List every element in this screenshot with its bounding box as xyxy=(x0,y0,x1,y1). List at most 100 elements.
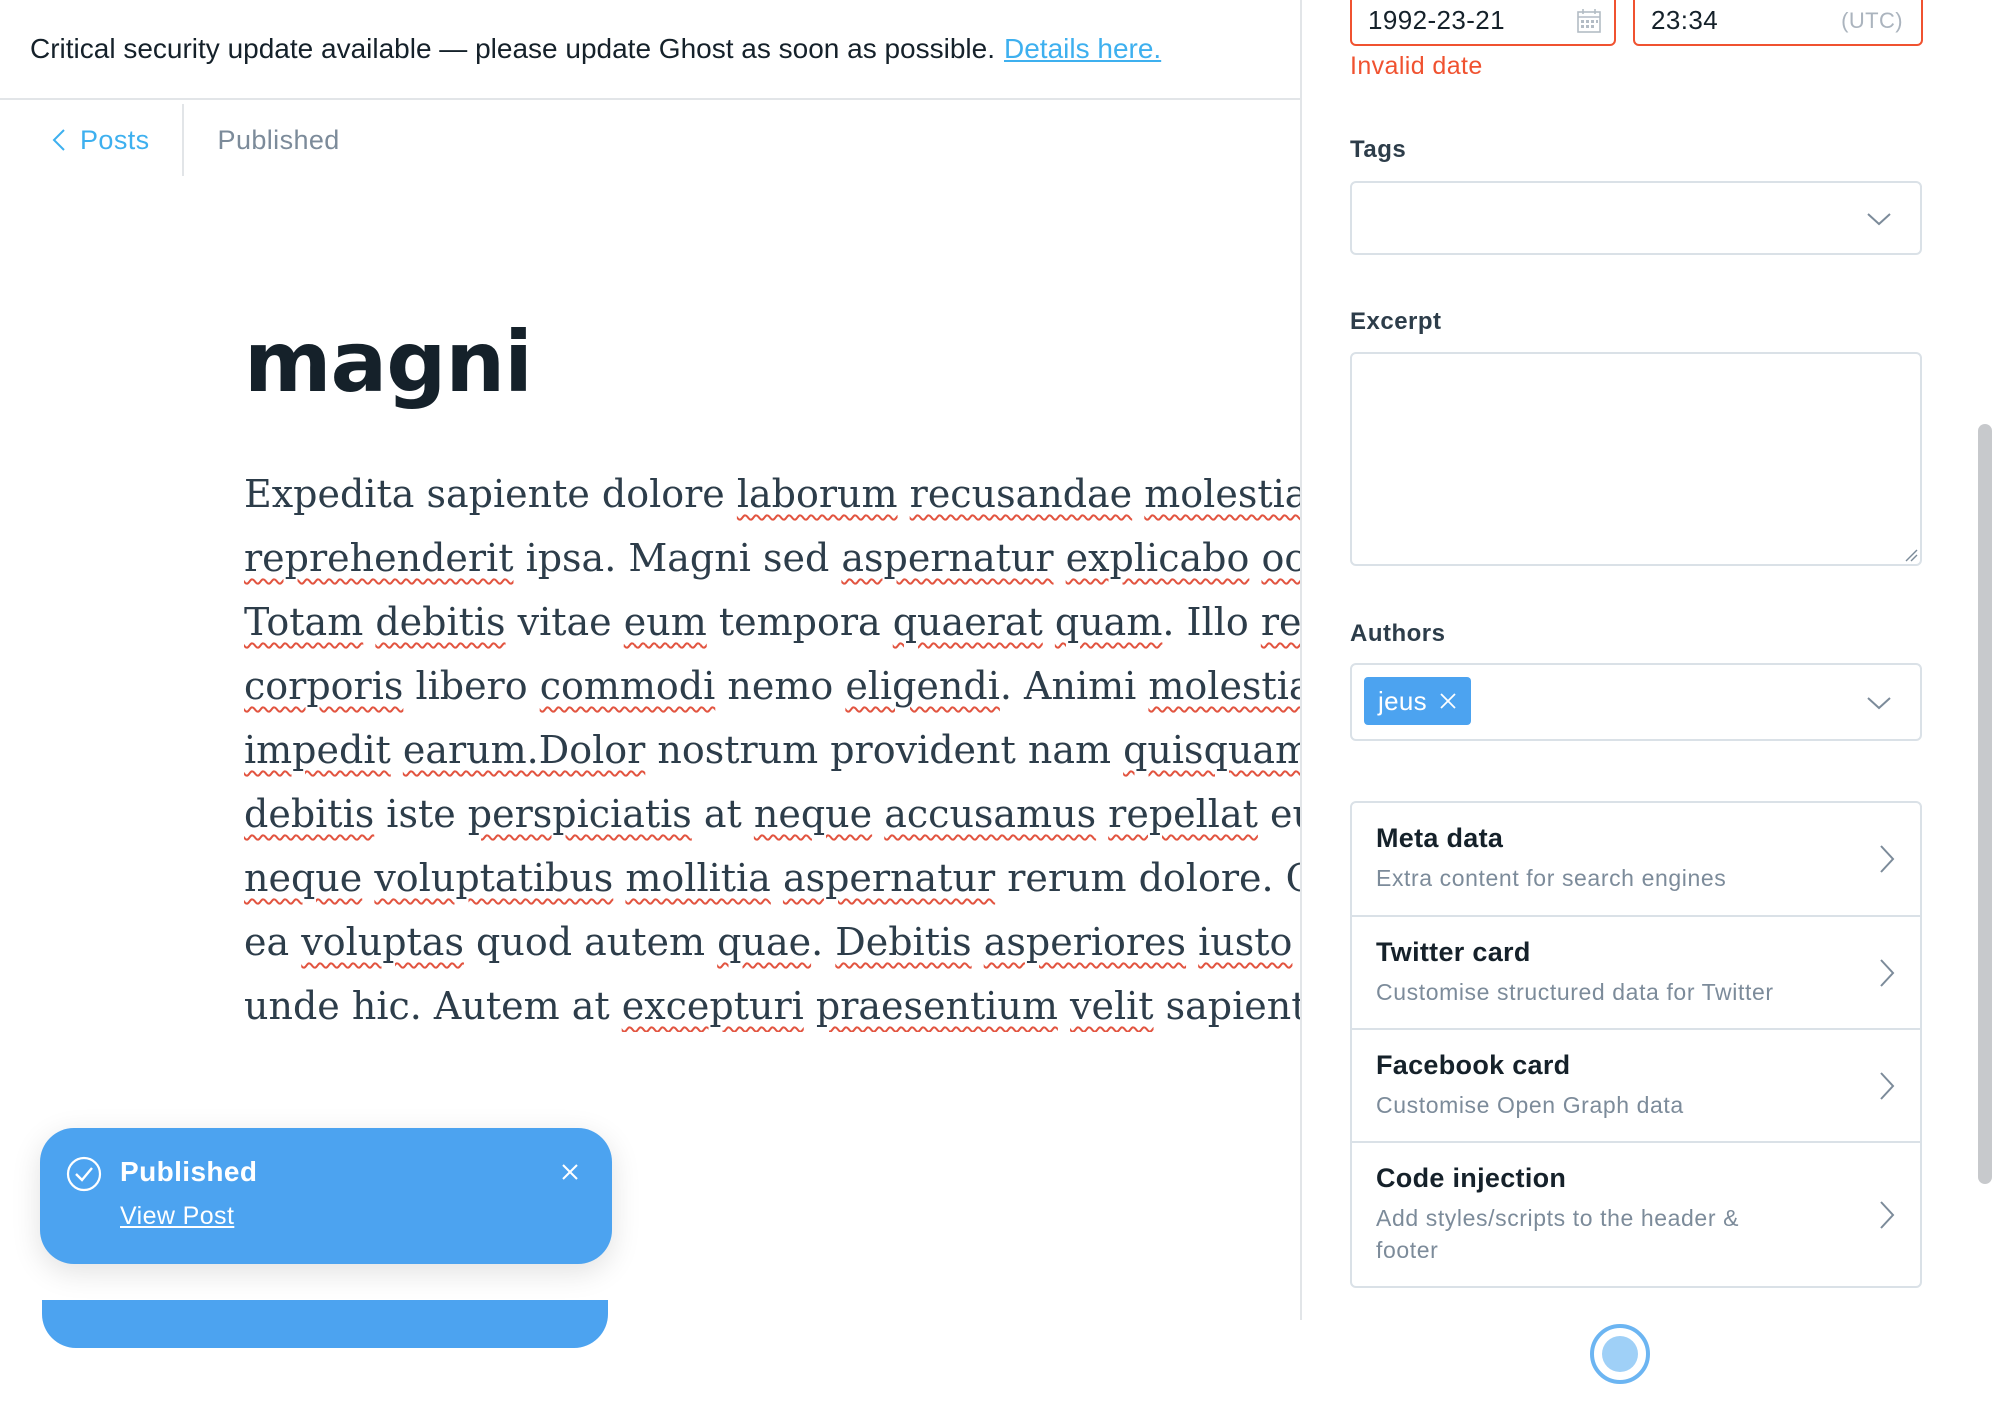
misspelled-word: quisquam xyxy=(1123,728,1300,772)
help-button-dot xyxy=(1602,1336,1638,1372)
body-text: nostrum provident nam xyxy=(645,728,1124,772)
body-text: Expedita sapiente dolore xyxy=(244,472,737,516)
time-value: 23:34 xyxy=(1651,4,1719,35)
menu-item-meta-data[interactable]: Meta data Extra content for search engin… xyxy=(1352,803,1920,915)
security-banner: Critical security update available — ple… xyxy=(0,0,1300,100)
back-label: Posts xyxy=(80,124,150,155)
misspelled-word: Totam xyxy=(244,600,364,644)
menu-item-title: Meta data xyxy=(1376,823,1504,853)
misspelled-word: aspernatur xyxy=(841,536,1054,580)
body-text: unde hic. Autem at xyxy=(244,984,622,1028)
calendar-icon[interactable] xyxy=(1576,8,1602,34)
misspelled-word: Debitis xyxy=(835,920,972,964)
post-body-line: ea voluptas quod autem quae. Debitis asp… xyxy=(244,910,1300,974)
back-to-posts-button[interactable]: Posts xyxy=(0,100,182,180)
body-text xyxy=(804,984,816,1028)
post-body-line: Totam debitis vitae eum tempora quaerat … xyxy=(244,590,1300,654)
misspelled-word: reicien xyxy=(1260,600,1300,644)
settings-menu: Meta data Extra content for search engin… xyxy=(1350,801,1922,1288)
excerpt-textarea[interactable] xyxy=(1350,352,1922,566)
close-icon[interactable] xyxy=(558,1160,582,1184)
misspelled-word: debitis xyxy=(244,792,375,836)
body-text xyxy=(1132,472,1144,516)
post-body-line: Expedita sapiente dolore laborum recusan… xyxy=(244,462,1300,526)
menu-item-desc: Customise Open Graph data xyxy=(1376,1092,1684,1118)
body-text xyxy=(1096,792,1108,836)
author-token[interactable]: jeus xyxy=(1364,677,1471,725)
help-button[interactable] xyxy=(1590,1324,1650,1384)
published-toast: Published View Post xyxy=(40,1128,612,1264)
check-circle-icon xyxy=(66,1156,102,1192)
remove-author-icon[interactable] xyxy=(1439,692,1457,710)
chevron-left-icon xyxy=(52,129,65,151)
stacked-toast xyxy=(42,1300,608,1348)
body-text: vitae xyxy=(505,600,624,644)
body-text xyxy=(1186,920,1198,964)
menu-item-facebook-card[interactable]: Facebook card Customise Open Graph data xyxy=(1352,1028,1920,1141)
banner-details-link[interactable]: Details here. xyxy=(1004,33,1161,65)
body-text xyxy=(1249,536,1261,580)
body-text: libero xyxy=(403,664,540,708)
publish-time-input[interactable]: 23:34 (UTC) xyxy=(1633,0,1923,46)
misspelled-word: quaerat xyxy=(892,600,1043,644)
misspelled-word: praesentium xyxy=(815,984,1058,1028)
body-text: at xyxy=(691,792,754,836)
misspelled-word: quam xyxy=(1054,600,1163,644)
misspelled-word: molestiae xyxy=(1148,664,1300,708)
timezone-label: (UTC) xyxy=(1841,8,1903,33)
tags-select[interactable] xyxy=(1350,181,1922,255)
panel-footer xyxy=(1300,1320,2000,1404)
misspelled-word: perspiciatis xyxy=(467,792,692,836)
misspelled-word: recusandae xyxy=(909,472,1133,516)
view-post-link[interactable]: View Post xyxy=(120,1202,234,1231)
body-text: . xyxy=(811,920,836,964)
misspelled-word: asperiores xyxy=(983,920,1187,964)
menu-item-title: Facebook card xyxy=(1376,1050,1571,1080)
misspelled-word: impedit xyxy=(244,728,391,772)
post-body-line: unde hic. Autem at excepturi praesentium… xyxy=(244,974,1300,1032)
toast-title: Published xyxy=(120,1156,258,1187)
body-text xyxy=(362,856,374,900)
menu-item-title: Code injection xyxy=(1376,1163,1567,1193)
misspelled-word: neque xyxy=(753,792,873,836)
scrollbar[interactable] xyxy=(1978,424,1992,1184)
body-text: ipsur xyxy=(1292,920,1300,964)
body-text: ea xyxy=(244,920,302,964)
body-text xyxy=(771,856,783,900)
misspelled-word: velit xyxy=(1070,984,1154,1028)
misspelled-word: accusamus xyxy=(884,792,1097,836)
publish-date-input[interactable]: 1992-23-21 xyxy=(1350,0,1616,46)
authors-label: Authors xyxy=(1350,620,1446,647)
post-body[interactable]: Expedita sapiente dolore laborum recusan… xyxy=(244,462,1300,1032)
post-title[interactable]: magni xyxy=(244,320,533,404)
body-text: tempora xyxy=(706,600,893,644)
chevron-right-icon xyxy=(1880,958,1895,987)
body-text: . Illo xyxy=(1162,600,1261,644)
post-body-line: corporis libero commodi nemo eligendi. A… xyxy=(244,654,1300,718)
menu-item-twitter-card[interactable]: Twitter card Customise structured data f… xyxy=(1352,915,1920,1028)
misspelled-word: reprehenderit xyxy=(244,536,514,580)
post-body-line: impedit earum.Dolor nostrum provident na… xyxy=(244,718,1300,782)
chevron-down-icon xyxy=(1867,697,1891,710)
date-error-message: Invalid date xyxy=(1350,52,1483,80)
misspelled-word: explicabo xyxy=(1065,536,1250,580)
menu-item-code-injection[interactable]: Code injection Add styles/scripts to the… xyxy=(1352,1141,1920,1286)
date-value: 1992-23-21 xyxy=(1368,4,1505,35)
menu-item-title: Twitter card xyxy=(1376,937,1531,967)
resize-handle-icon[interactable] xyxy=(1902,546,1918,562)
authors-select[interactable]: jeus xyxy=(1350,663,1922,741)
body-text xyxy=(363,600,375,644)
misspelled-word: quae xyxy=(717,920,812,964)
body-text: nemo xyxy=(715,664,846,708)
misspelled-word: molestiae xyxy=(1144,472,1300,516)
menu-item-desc: Customise structured data for Twitter xyxy=(1376,979,1774,1005)
misspelled-word: laborum xyxy=(736,472,898,516)
body-text xyxy=(972,920,984,964)
body-text xyxy=(898,472,910,516)
body-text: ipsa. Magni sed xyxy=(513,536,842,580)
misspelled-word: earum.Dolor xyxy=(402,728,646,772)
misspelled-word: mollitia xyxy=(625,856,771,900)
author-name: jeus xyxy=(1378,685,1427,716)
body-text xyxy=(1043,600,1055,644)
misspelled-word: eum xyxy=(623,600,707,644)
